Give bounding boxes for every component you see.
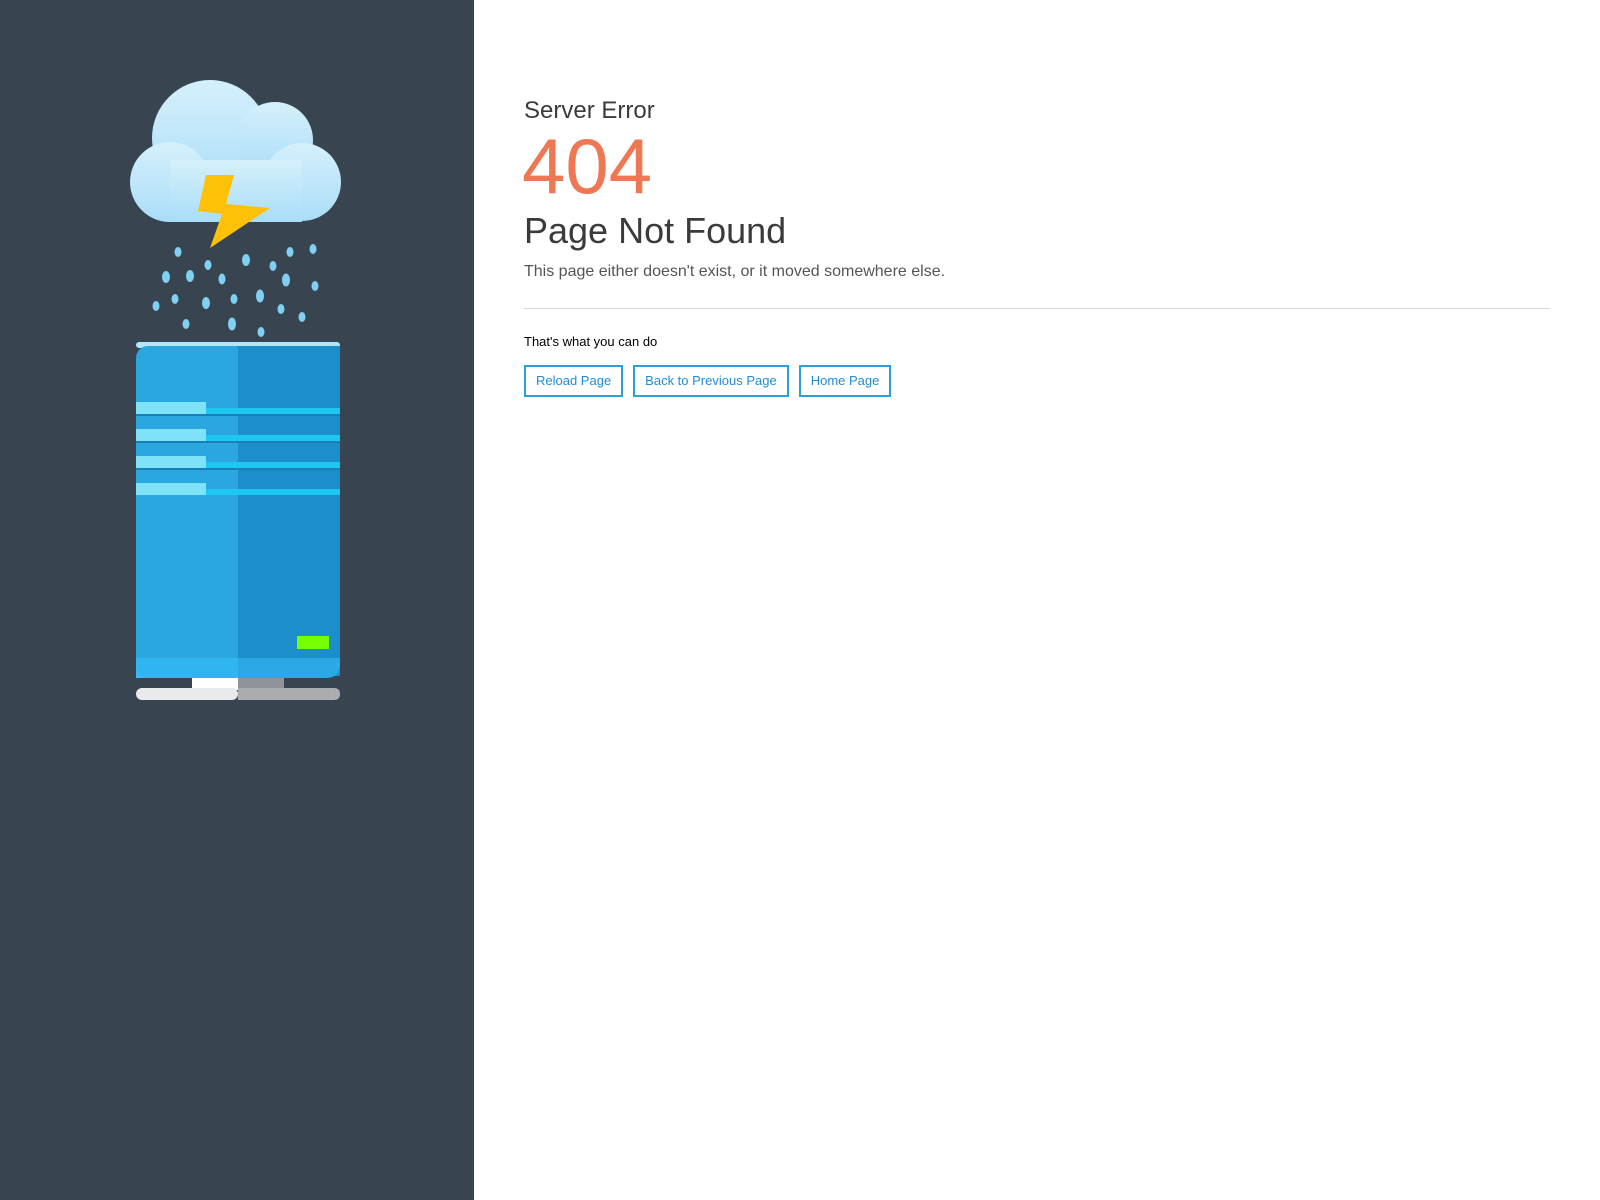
page-title: Page Not Found <box>524 210 787 251</box>
sidebar-panel <box>0 0 474 1200</box>
back-to-previous-page-button[interactable]: Back to Previous Page <box>633 365 789 397</box>
reload-page-button[interactable]: Reload Page <box>524 365 624 397</box>
error-eyebrow: Server Error <box>524 97 655 124</box>
error-description: This page either doesn't exist, or it mo… <box>524 263 946 280</box>
error-content: Server Error 404 Page Not Found This pag… <box>522 96 1550 397</box>
actions-heading: That's what you can do <box>524 334 658 349</box>
server-rain-cloud-illustration-icon <box>130 80 341 700</box>
raindrops-icon <box>152 244 319 337</box>
divider <box>524 308 1550 309</box>
home-page-button[interactable]: Home Page <box>798 365 892 397</box>
error-code: 404 <box>522 122 653 210</box>
error-page: Server Error 404 Page Not Found This pag… <box>0 0 1600 1200</box>
status-led-icon <box>297 636 329 649</box>
server-tower-icon <box>136 342 340 700</box>
action-buttons: Reload Page Back to Previous Page Home P… <box>524 365 1550 397</box>
cloud-icon <box>130 80 341 222</box>
